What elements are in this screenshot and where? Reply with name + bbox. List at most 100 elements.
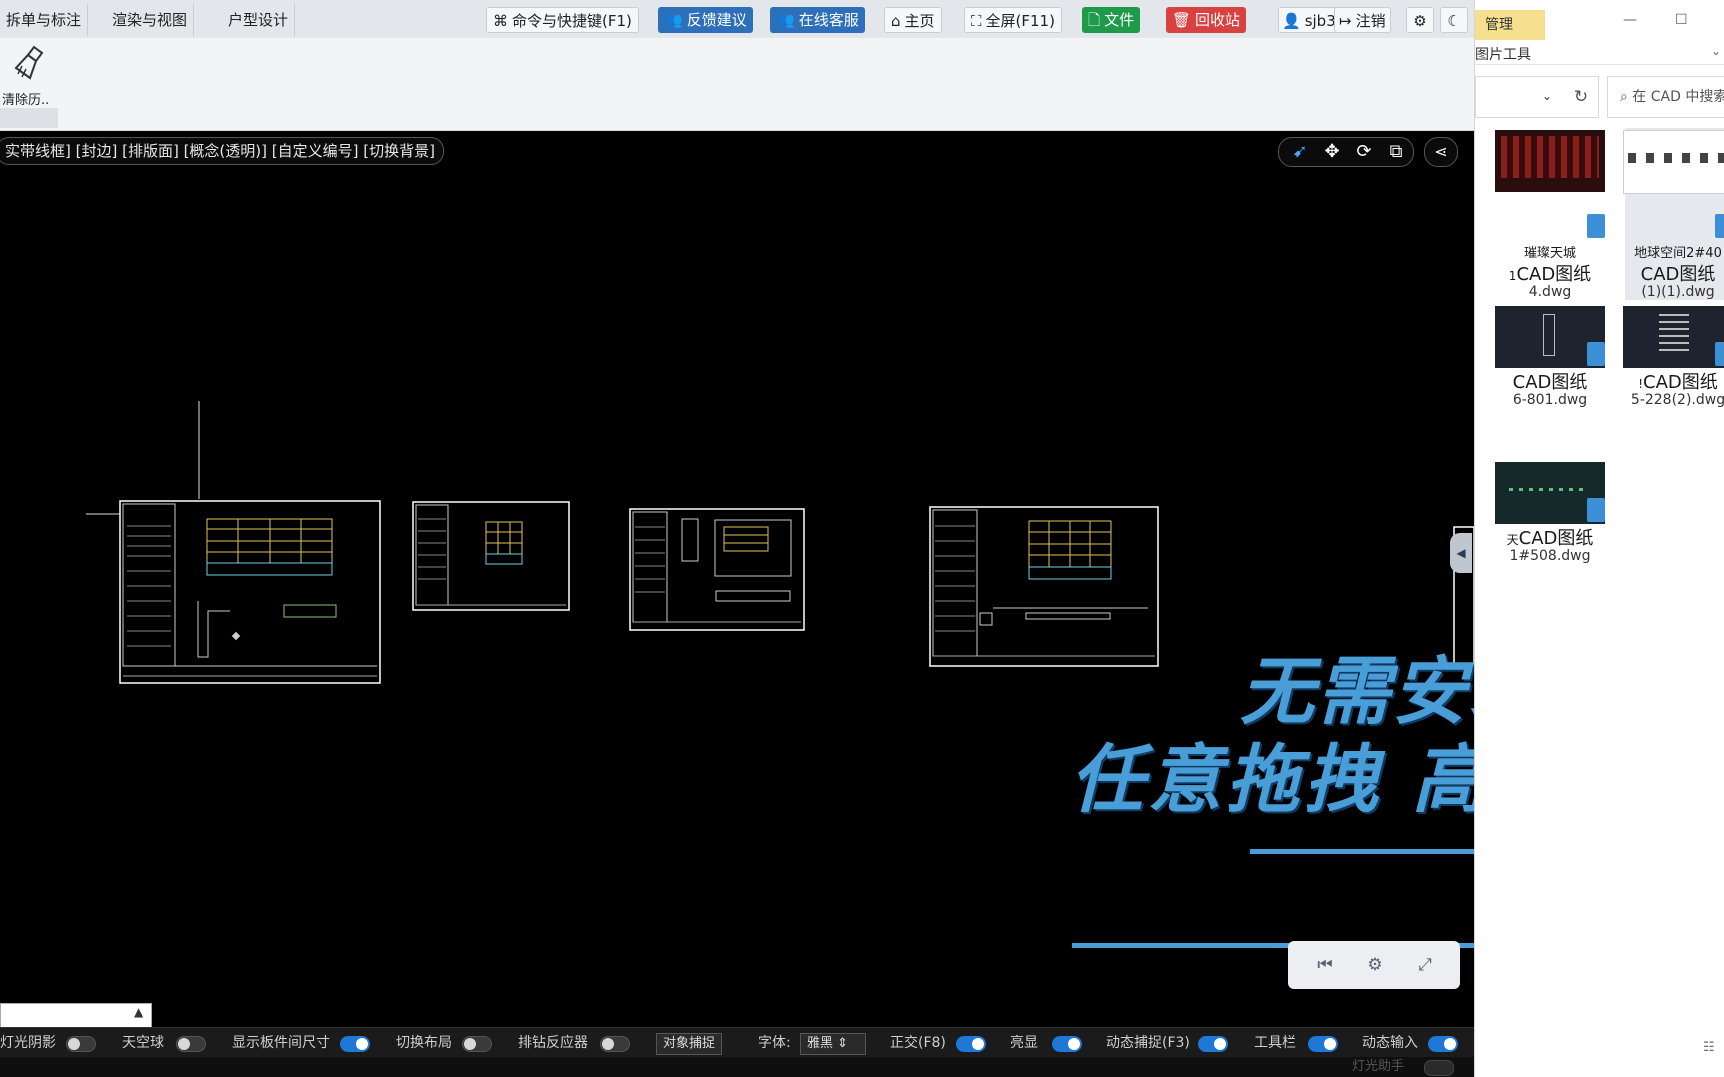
status-bar: 灯光阴影 天空球 显示板件间尺寸 切换布局 排钻反应器 对象捕捉 字体: 雅黑 … bbox=[0, 1027, 1474, 1058]
clear-history-label: 清除历.. bbox=[2, 93, 50, 108]
chevron-down-icon[interactable]: ⌄ bbox=[1542, 89, 1552, 103]
file-thumbnail bbox=[1495, 130, 1605, 192]
toggle-lamp-helper[interactable] bbox=[1424, 1060, 1454, 1076]
collapse-icon: ◀ bbox=[1456, 546, 1466, 560]
cad-app: 拆单与标注 渲染与视图 户型设计 ⌘ 命令与快捷键(F1) 👥 反馈建议 👥 在线客服… bbox=[0, 0, 1721, 1077]
toggle-panel-dims[interactable] bbox=[340, 1036, 370, 1052]
feedback-button[interactable]: 👥 反馈建议 bbox=[658, 7, 753, 33]
view-settings-icon[interactable]: ⚙ bbox=[1360, 953, 1390, 977]
toggle-toolbar[interactable] bbox=[1308, 1036, 1338, 1052]
prev-view-icon[interactable]: ⏮ bbox=[1310, 953, 1340, 977]
dwg-file-icon bbox=[1715, 214, 1724, 238]
home-icon: ⌂ bbox=[891, 12, 901, 30]
search-input[interactable]: ⌕ 在 CAD 中搜索 bbox=[1607, 76, 1724, 118]
user-button[interactable]: 👤 sjb3 bbox=[1278, 7, 1340, 33]
status-label-skybox: 天空球 bbox=[122, 1035, 164, 1051]
file-item[interactable]: 璀璨天城 1CAD图纸 4.dwg bbox=[1491, 130, 1609, 300]
top-toolbar: 拆单与标注 渲染与视图 户型设计 ⌘ 命令与快捷键(F1) 👥 反馈建议 👥 在线客服… bbox=[0, 0, 1474, 39]
theme-toggle-button[interactable]: ☾ bbox=[1440, 7, 1468, 33]
expand-icon[interactable]: ⤢ bbox=[1410, 953, 1440, 977]
settings-button[interactable]: ⚙ bbox=[1406, 7, 1434, 33]
status-label-panel-dims: 显示板件间尺寸 bbox=[232, 1035, 330, 1051]
status-label-dynamic-snap: 动态捕捉(F3) bbox=[1106, 1035, 1190, 1051]
gear-icon: ⚙ bbox=[1413, 12, 1427, 30]
toggle-dynamic-input[interactable] bbox=[1428, 1036, 1458, 1052]
navigation-panel: ⏮ ⚙ ⤢ bbox=[1288, 941, 1460, 989]
toggle-highlight[interactable] bbox=[1052, 1036, 1082, 1052]
file-item[interactable]: CAD图纸 6-801.dwg bbox=[1491, 306, 1609, 416]
explorer-titlebar: 管理 — ☐ bbox=[1475, 0, 1724, 40]
select-arrows-icon: ⇕ bbox=[837, 1036, 849, 1051]
lamp-helper-label: 灯光助手 bbox=[1352, 1059, 1405, 1074]
tab-picture-tools[interactable]: 图片工具 bbox=[1475, 44, 1531, 64]
file-name-line2: !CAD图纸 bbox=[1638, 372, 1718, 393]
ribbon-panel: 清除历.. bbox=[0, 38, 1474, 131]
toggle-ortho[interactable] bbox=[956, 1036, 986, 1052]
ribbon-group-strip bbox=[0, 108, 58, 128]
drawing-sheet-3[interactable] bbox=[629, 508, 805, 631]
file-name-line2: 1CAD图纸 bbox=[1508, 264, 1592, 285]
cad-viewport[interactable]: 实带线框] [封边] [排版面] [概念(透明)] [自定义编号] [切换背景]… bbox=[0, 131, 1474, 1019]
file-item[interactable]: !CAD图纸 5-228(2).dwg bbox=[1619, 306, 1724, 416]
status-label-ortho: 正交(F8) bbox=[890, 1035, 946, 1051]
side-panel-handle[interactable]: ◀ bbox=[1450, 533, 1472, 573]
toggle-switch-layout[interactable] bbox=[462, 1036, 492, 1052]
status-label-highlight: 亮显 bbox=[1010, 1035, 1038, 1051]
drawing-sheet-2[interactable] bbox=[412, 501, 570, 611]
status-label-font: 字体: bbox=[758, 1035, 791, 1051]
font-select[interactable]: 雅黑 ⇕ bbox=[800, 1033, 866, 1055]
tab-manage[interactable]: 管理 bbox=[1475, 10, 1545, 40]
file-name-line3: 6-801.dwg bbox=[1512, 392, 1588, 408]
fullscreen-icon: ⛶ bbox=[971, 12, 982, 30]
home-button[interactable]: ⌂ 主页 bbox=[884, 7, 942, 33]
file-name-line3: (1)(1).dwg bbox=[1641, 284, 1715, 300]
fullscreen-button[interactable]: ⛶ 全屏(F11) bbox=[964, 7, 1062, 33]
file-name-line2: 天CAD图纸 bbox=[1506, 528, 1594, 549]
status-label-toolbar: 工具栏 bbox=[1254, 1035, 1296, 1051]
dwg-file-icon bbox=[1587, 498, 1605, 522]
file-explorer-window: 管理 — ☐ 图片工具 ⌄ ⌄ ↻ ⌕ 在 CAD 中搜索 璀璨天城 1CAD图… bbox=[1474, 0, 1724, 1077]
file-item[interactable]: 天CAD图纸 1#508.dwg bbox=[1491, 462, 1609, 572]
minimize-icon[interactable]: — bbox=[1623, 12, 1637, 28]
file-button[interactable]: 🗋 文件 bbox=[1082, 7, 1141, 33]
status-label-dynamic-input: 动态输入 bbox=[1362, 1035, 1418, 1051]
object-snap-button[interactable]: 对象捕捉 bbox=[656, 1033, 723, 1055]
file-name-line3: 5-228(2).dwg bbox=[1630, 392, 1724, 408]
maximize-icon[interactable]: ☐ bbox=[1675, 12, 1688, 28]
toggle-dynamic-snap[interactable] bbox=[1198, 1036, 1228, 1052]
logout-icon: ↦ bbox=[1339, 12, 1352, 30]
file-thumbnail bbox=[1623, 306, 1724, 368]
tab-floorplan-design[interactable]: 户型设计 bbox=[222, 4, 296, 36]
toggle-drill-reactor[interactable] bbox=[600, 1036, 630, 1052]
drawing-sheet-1[interactable] bbox=[119, 500, 381, 684]
trash-icon: 🗑 bbox=[1172, 11, 1192, 29]
file-thumbnail bbox=[1623, 130, 1724, 194]
toggle-light-shadow[interactable] bbox=[66, 1036, 96, 1052]
commands-button[interactable]: ⌘ 命令与快捷键(F1) bbox=[486, 7, 639, 33]
details-view-icon[interactable]: ☷ bbox=[1703, 1040, 1715, 1055]
chevron-down-icon[interactable]: ⌄ bbox=[1711, 44, 1721, 58]
online-support-button[interactable]: 👥 在线客服 bbox=[770, 7, 865, 33]
logout-button[interactable]: ↦ 注销 bbox=[1334, 7, 1391, 33]
search-icon: ⌕ bbox=[1620, 89, 1628, 105]
command-history-arrow-icon[interactable]: ▲ bbox=[134, 1005, 143, 1019]
status-label-light-shadow: 灯光阴影 bbox=[0, 1035, 56, 1051]
toggle-skybox[interactable] bbox=[176, 1036, 206, 1052]
tab-split-and-annotate[interactable]: 拆单与标注 bbox=[0, 4, 89, 36]
dwg-file-icon bbox=[1587, 342, 1605, 366]
moon-icon: ☾ bbox=[1447, 12, 1461, 30]
status-label-drill-reactor: 排钻反应器 bbox=[518, 1035, 588, 1051]
tab-render-and-view[interactable]: 渲染与视图 bbox=[106, 4, 195, 36]
refresh-icon[interactable]: ↻ bbox=[1565, 76, 1597, 118]
file-item-selected[interactable]: 地球空间2#40 CAD图纸 (1)(1).dwg bbox=[1619, 130, 1724, 300]
users-icon: 👥 bbox=[776, 11, 795, 29]
explorer-ribbon: 图片工具 ⌄ bbox=[1475, 40, 1724, 65]
file-name-line1: 地球空间2#40 bbox=[1634, 246, 1722, 261]
dwg-file-icon bbox=[1715, 342, 1724, 366]
bottom-strip: 灯光助手 bbox=[0, 1057, 1474, 1077]
users-icon: 👥 bbox=[664, 11, 683, 29]
drawing-sheet-4[interactable] bbox=[929, 506, 1159, 667]
status-label-switch-layout: 切换布局 bbox=[396, 1035, 452, 1051]
file-name-line2: CAD图纸 bbox=[1512, 372, 1588, 393]
recycle-bin-button[interactable]: 🗑 回收站 bbox=[1166, 7, 1247, 33]
